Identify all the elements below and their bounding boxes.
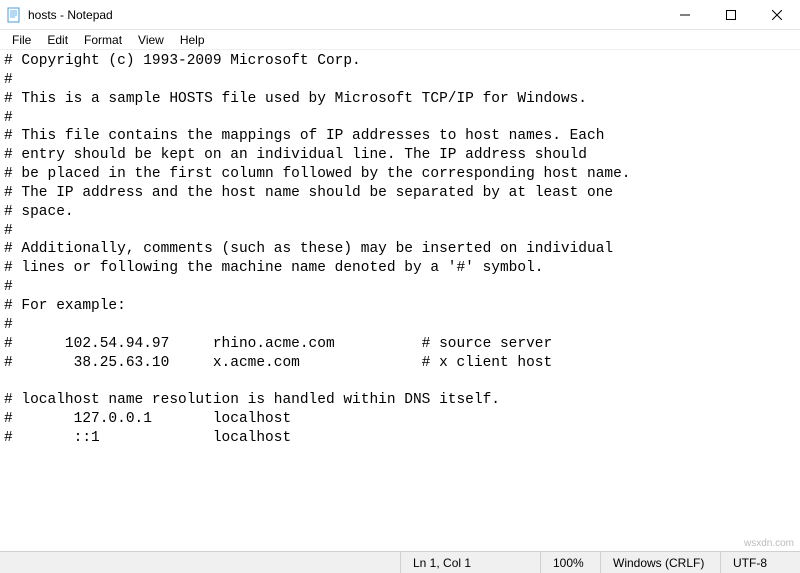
window-title: hosts - Notepad xyxy=(28,8,662,22)
menu-format[interactable]: Format xyxy=(76,31,130,49)
text-editor[interactable]: # Copyright (c) 1993-2009 Microsoft Corp… xyxy=(0,50,800,551)
menu-file[interactable]: File xyxy=(4,31,39,49)
notepad-icon xyxy=(6,7,22,23)
menubar: File Edit Format View Help xyxy=(0,30,800,50)
window-controls xyxy=(662,0,800,29)
status-zoom: 100% xyxy=(540,552,600,573)
watermark: wsxdn.com xyxy=(744,538,794,549)
menu-view[interactable]: View xyxy=(130,31,172,49)
statusbar: Ln 1, Col 1 100% Windows (CRLF) UTF-8 xyxy=(0,551,800,573)
status-position: Ln 1, Col 1 xyxy=(400,552,540,573)
status-encoding: UTF-8 xyxy=(720,552,800,573)
close-button[interactable] xyxy=(754,0,800,30)
menu-help[interactable]: Help xyxy=(172,31,213,49)
status-lineending: Windows (CRLF) xyxy=(600,552,720,573)
titlebar: hosts - Notepad xyxy=(0,0,800,30)
minimize-button[interactable] xyxy=(662,0,708,30)
maximize-button[interactable] xyxy=(708,0,754,30)
menu-edit[interactable]: Edit xyxy=(39,31,76,49)
